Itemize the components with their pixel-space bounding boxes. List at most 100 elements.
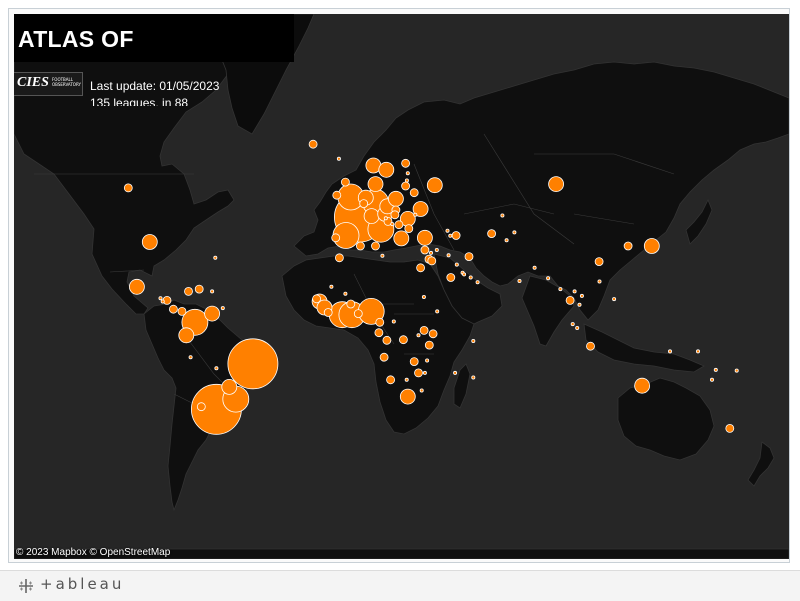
bubble-denmark[interactable]	[367, 176, 384, 193]
bubble-faroe[interactable]	[336, 156, 341, 161]
bubble-madagascar[interactable]	[453, 370, 458, 375]
bubble-iraq[interactable]	[446, 253, 451, 258]
bubble-portugal[interactable]	[331, 233, 341, 243]
bubble-nepal[interactable]	[532, 265, 537, 270]
bubble-seychelles[interactable]	[471, 338, 476, 343]
bubble-panama[interactable]	[177, 306, 187, 316]
bubble-cyprus[interactable]	[420, 245, 430, 255]
bubble-algeria[interactable]	[355, 241, 365, 251]
bubble-peru[interactable]	[188, 355, 193, 360]
bubble-finland[interactable]	[401, 158, 411, 168]
bubble-guatemala[interactable]	[158, 296, 163, 301]
bubble-el-salvador[interactable]	[160, 299, 165, 304]
bubble-belgium[interactable]	[359, 199, 369, 209]
bubble-fiji[interactable]	[734, 368, 739, 373]
bubble-malawi[interactable]	[425, 358, 430, 363]
bubble-zimbabwe[interactable]	[414, 368, 423, 378]
bubble-australia[interactable]	[634, 377, 650, 394]
bubble-cuba-haiti[interactable]	[194, 284, 204, 294]
bubble-tunisia[interactable]	[371, 241, 380, 251]
bubble-switzerland[interactable]	[363, 208, 380, 225]
bubble-gabon[interactable]	[374, 328, 384, 338]
bubble-bangladesh[interactable]	[546, 276, 551, 281]
bubble-jamaica[interactable]	[184, 286, 193, 296]
bubble-morocco[interactable]	[334, 253, 344, 263]
bubble-laos[interactable]	[572, 289, 577, 294]
bubble-myanmar[interactable]	[558, 287, 563, 292]
bubble-belarus[interactable]	[409, 188, 419, 198]
bubble-china[interactable]	[594, 257, 604, 267]
tableau-wordmark[interactable]: +ableau	[40, 575, 124, 593]
bubble-tajikistan[interactable]	[504, 238, 509, 243]
bubble-zambia[interactable]	[409, 357, 419, 367]
bubble-lebanon[interactable]	[428, 250, 433, 255]
bubble-uzbekistan[interactable]	[487, 229, 497, 239]
bubble-moldova[interactable]	[413, 212, 418, 217]
bubble-senegal[interactable]	[312, 294, 322, 304]
bubble-canada[interactable]	[123, 183, 133, 193]
bubble-bermuda[interactable]	[213, 255, 218, 260]
bubble-lithuania[interactable]	[401, 181, 411, 191]
bubble-angola[interactable]	[379, 352, 389, 362]
bubble-dr-congo[interactable]	[398, 335, 408, 345]
bubble-bolivia[interactable]	[214, 366, 219, 371]
bubble-solomon-islands[interactable]	[696, 349, 701, 354]
bubble-chile[interactable]	[196, 402, 206, 412]
bubble-cameroon[interactable]	[375, 317, 385, 327]
tableau-logo-icon[interactable]	[18, 578, 34, 594]
bubble-syria[interactable]	[434, 247, 439, 252]
bubble-new-caledonia[interactable]	[710, 377, 715, 382]
bubble-rwanda[interactable]	[416, 333, 421, 338]
bubble-brazil[interactable]	[227, 338, 279, 390]
bubble-malaysia[interactable]	[570, 322, 575, 327]
bubble-new-zealand[interactable]	[725, 423, 735, 433]
bubble-usa[interactable]	[141, 234, 158, 250]
bubble-puerto-rico[interactable]	[210, 289, 215, 294]
bubble-slovenia[interactable]	[383, 216, 388, 221]
bubble-vietnam[interactable]	[579, 293, 584, 298]
bubble-philippines[interactable]	[612, 297, 617, 302]
bubble-kenya[interactable]	[428, 329, 438, 339]
bubble-mauritania[interactable]	[329, 284, 334, 289]
bubble-greece[interactable]	[393, 230, 410, 247]
bubble-ecuador[interactable]	[178, 327, 195, 344]
osm-attribution-link[interactable]: © OpenStreetMap	[90, 547, 171, 558]
bubble-venezuela[interactable]	[204, 305, 221, 322]
bubble-georgia[interactable]	[445, 228, 450, 233]
bubble-bulgaria[interactable]	[404, 224, 414, 234]
bubble-uganda[interactable]	[419, 325, 429, 335]
bubble-south-korea[interactable]	[623, 241, 633, 251]
mapbox-attribution-link[interactable]: © 2023 Mapbox	[16, 547, 87, 558]
bubble-kyrgyzstan[interactable]	[512, 230, 517, 235]
bubble-ireland[interactable]	[332, 190, 342, 200]
bubble-kuwait[interactable]	[454, 262, 459, 267]
bubble-oman[interactable]	[475, 280, 480, 285]
bubble-trinidad[interactable]	[220, 306, 225, 311]
bubble-serbia[interactable]	[394, 220, 404, 230]
bubble-jordan[interactable]	[427, 256, 437, 266]
bubble-qatar[interactable]	[462, 272, 467, 277]
bubble-azerbaijan[interactable]	[451, 231, 461, 240]
bubble-mozambique[interactable]	[422, 370, 427, 375]
bubble-burkina-faso[interactable]	[346, 299, 356, 309]
bubble-japan[interactable]	[643, 238, 660, 254]
bubble-kazakhstan[interactable]	[500, 213, 505, 218]
bubble-togo-benin[interactable]	[353, 309, 363, 319]
bubble-saudi-arabia[interactable]	[446, 273, 456, 282]
bubble-iceland[interactable]	[308, 139, 318, 149]
bubble-eswatini[interactable]	[419, 388, 424, 393]
bubble-india[interactable]	[517, 278, 522, 283]
bubble-egypt[interactable]	[416, 263, 426, 273]
bubble-libya[interactable]	[380, 253, 385, 258]
bubble-turkey[interactable]	[416, 229, 433, 246]
bubble-sierra-leone[interactable]	[323, 308, 333, 317]
bubble-costa-rica[interactable]	[168, 304, 178, 314]
bubble-sudan[interactable]	[421, 294, 426, 299]
bubble-latvia[interactable]	[404, 178, 409, 183]
bubble-estonia[interactable]	[405, 171, 410, 176]
bubble-thailand[interactable]	[565, 295, 575, 305]
bubble-uae[interactable]	[468, 275, 473, 280]
bubble-russia-west[interactable]	[426, 177, 443, 194]
bubble-paraguay[interactable]	[221, 378, 238, 395]
bubble-ethiopia[interactable]	[435, 309, 440, 314]
